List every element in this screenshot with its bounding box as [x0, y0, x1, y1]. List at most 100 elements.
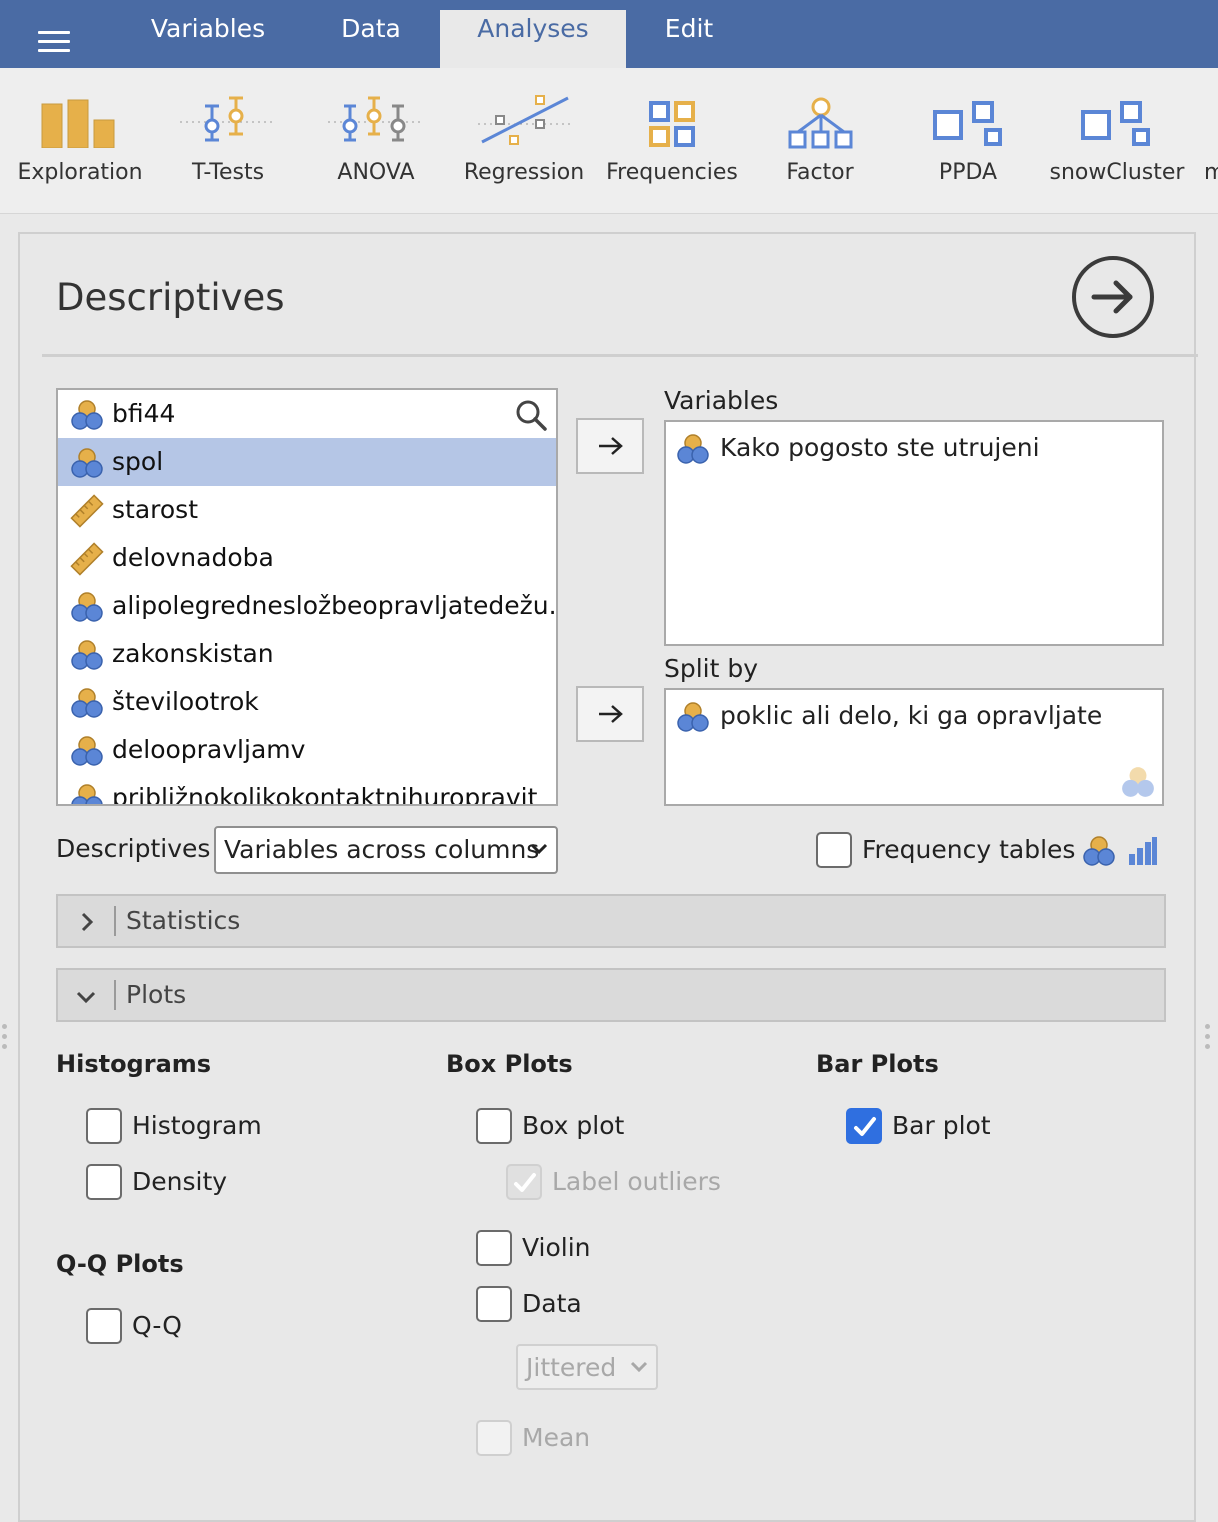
qq-label[interactable]: Q-Q: [132, 1308, 182, 1344]
ribbon-label: Frequencies: [606, 160, 738, 185]
analyses-ribbon: Exploration T-Tests ANOVA Regression Fre…: [0, 68, 1218, 214]
variable-name: poklic ali delo, ki ga opravljate: [720, 701, 1103, 730]
list-item[interactable]: deloopravljamv: [58, 726, 556, 774]
arrow-right-icon: [1091, 280, 1133, 314]
tab-edit[interactable]: Edit: [640, 10, 738, 68]
variable-name: Kako pogosto ste utrujeni: [720, 433, 1040, 462]
ribbon-t-tests-button[interactable]: T-Tests: [160, 68, 296, 213]
ribbon-label: snowCluster: [1049, 160, 1185, 185]
ribbon-label: Regression: [463, 160, 585, 185]
data-type-select: Jittered: [516, 1344, 658, 1390]
section-title: Plots: [126, 980, 187, 1009]
bar-plot-checkbox[interactable]: [846, 1108, 882, 1144]
right-resize-handle[interactable]: [1205, 1024, 1211, 1054]
divider: [114, 980, 116, 1010]
density-checkbox[interactable]: [86, 1164, 122, 1200]
ribbon-exploration-button[interactable]: Exploration: [4, 68, 156, 213]
hamburger-menu-icon[interactable]: [38, 31, 70, 53]
list-item[interactable]: zakonskistan: [58, 630, 556, 678]
ribbon-snowcluster-button[interactable]: snowCluster: [1044, 68, 1190, 213]
plots-section-toggle[interactable]: Plots: [56, 968, 1166, 1022]
tab-analyses[interactable]: Analyses: [440, 10, 626, 68]
data-checkbox[interactable]: [476, 1286, 512, 1322]
variable-source-list[interactable]: bfi44 spol starost delovnadoba alipolegr…: [56, 388, 558, 806]
split-by-target-box[interactable]: poklic ali delo, ki ga opravljate: [664, 688, 1164, 806]
frequency-tables-checkbox[interactable]: [816, 832, 852, 868]
nominal-variable-icon: [71, 640, 103, 670]
mean-label: Mean: [522, 1423, 591, 1452]
list-item[interactable]: številootrok: [58, 678, 556, 726]
ribbon-frequencies-button[interactable]: Frequencies: [602, 68, 742, 213]
factor-icon: [788, 97, 853, 149]
checkmark-icon: [514, 1173, 536, 1192]
label-outliers-label: Label outliers: [552, 1167, 721, 1196]
box-plot-label[interactable]: Box plot: [522, 1108, 624, 1144]
nominal-variable-icon: [71, 400, 103, 430]
tab-data[interactable]: Data: [312, 10, 430, 68]
density-label[interactable]: Density: [132, 1164, 227, 1200]
histograms-group-title: Histograms: [56, 1050, 212, 1078]
run-analysis-button[interactable]: [1072, 256, 1154, 338]
move-to-split-by-button[interactable]: [576, 686, 644, 742]
ribbon-more-button[interactable]: m: [1196, 68, 1218, 213]
nominal-variable-icon: [71, 784, 103, 804]
variable-name: delovnadoba: [112, 543, 274, 572]
bar-plots-group-title: Bar Plots: [816, 1050, 939, 1078]
ribbon-anova-button[interactable]: ANOVA: [308, 68, 444, 213]
top-menu-bar: Variables Data Analyses Edit: [0, 0, 1218, 68]
ribbon-ppda-button[interactable]: PPDA: [900, 68, 1036, 213]
qq-checkbox[interactable]: [86, 1308, 122, 1344]
page-title: Descriptives: [56, 276, 285, 319]
nominal-variable-icon: [1083, 836, 1115, 866]
section-title: Statistics: [126, 906, 241, 935]
ribbon-label: Exploration: [17, 160, 143, 185]
ribbon-label: m: [1204, 160, 1218, 185]
data-label[interactable]: Data: [522, 1286, 582, 1322]
search-icon[interactable]: [514, 398, 548, 432]
histogram-label[interactable]: Histogram: [132, 1108, 262, 1144]
bar-plot-label[interactable]: Bar plot: [892, 1108, 991, 1144]
descriptives-layout-label: Descriptives: [56, 834, 211, 863]
list-item[interactable]: delovnadoba: [58, 534, 556, 582]
ribbon-label: PPDA: [938, 160, 998, 185]
variable-name: deloopravljamv: [112, 735, 306, 764]
list-item[interactable]: približnokolikokontaktnihuropravit: [58, 774, 556, 806]
variables-target-box[interactable]: Kako pogosto ste utrujeni: [664, 420, 1164, 646]
variables-box-label: Variables: [664, 386, 779, 415]
bar-chart-icon: [41, 99, 115, 148]
regression-icon: [478, 95, 572, 145]
statistics-section-toggle[interactable]: Statistics: [56, 894, 1166, 948]
descriptives-layout-select[interactable]: Variables across columns: [214, 826, 558, 874]
variable-name: bfi44: [112, 399, 176, 428]
ruler-icon: [70, 494, 104, 528]
variable-name: številootrok: [112, 687, 259, 716]
nominal-variable-icon: [71, 736, 103, 766]
chevron-right-icon: [81, 912, 94, 932]
list-item[interactable]: spol: [58, 438, 556, 486]
anova-icon: [328, 96, 424, 142]
ribbon-regression-button[interactable]: Regression: [456, 68, 592, 213]
list-item[interactable]: starost: [58, 486, 556, 534]
violin-checkbox[interactable]: [476, 1230, 512, 1266]
list-item[interactable]: alipolegrednesložbeopravljatedežu...: [58, 582, 556, 630]
ribbon-factor-button[interactable]: Factor: [752, 68, 888, 213]
violin-label[interactable]: Violin: [522, 1230, 591, 1266]
ribbon-label: Factor: [786, 160, 854, 185]
select-value: Variables across columns: [224, 835, 540, 864]
list-item[interactable]: bfi44: [58, 390, 556, 438]
module-icon: [1081, 101, 1150, 146]
histogram-checkbox[interactable]: [86, 1108, 122, 1144]
divider: [42, 354, 1198, 357]
variable-name: alipolegrednesložbeopravljatedežu...: [112, 591, 558, 620]
move-to-variables-button[interactable]: [576, 418, 644, 474]
variable-name: približnokolikokontaktnihuropravit: [112, 783, 538, 806]
frequency-tables-label[interactable]: Frequency tables: [862, 832, 1075, 868]
tab-variables[interactable]: Variables: [130, 10, 286, 68]
nominal-variable-icon: [71, 448, 103, 478]
frequencies-icon: [649, 101, 695, 147]
ribbon-label: ANOVA: [337, 160, 415, 185]
left-resize-handle[interactable]: [2, 1024, 8, 1054]
variable-name: zakonskistan: [112, 639, 274, 668]
module-icon: [933, 101, 1002, 146]
box-plot-checkbox[interactable]: [476, 1108, 512, 1144]
